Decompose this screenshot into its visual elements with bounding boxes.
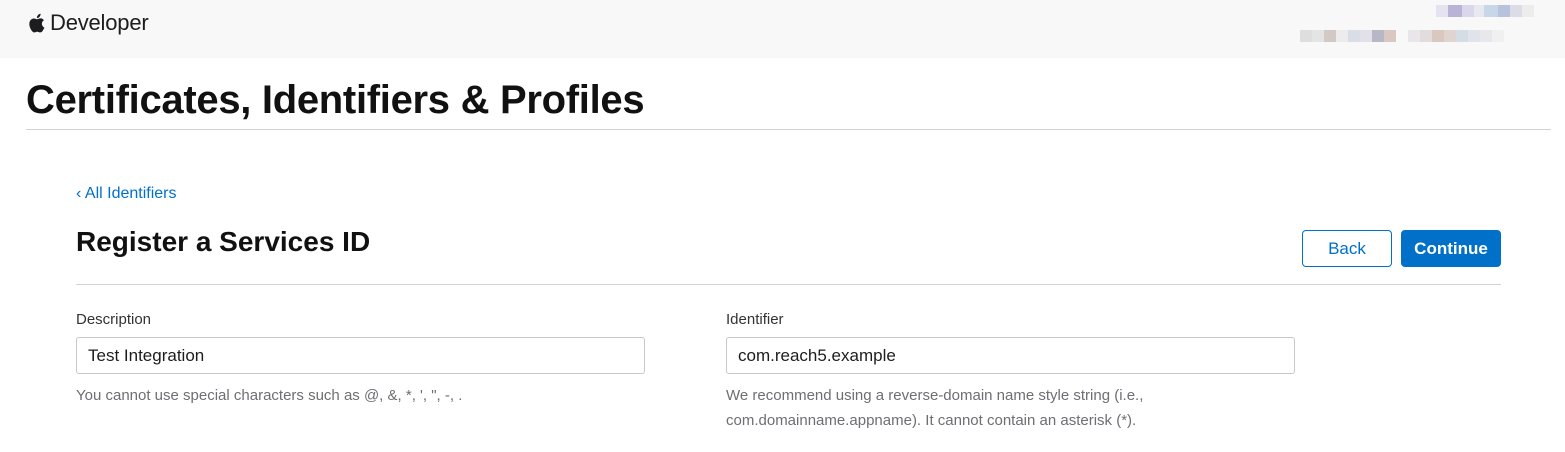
global-header: Developer — [0, 0, 1565, 58]
developer-home-link[interactable]: Developer — [27, 10, 149, 36]
identifier-help: We recommend using a reverse-domain name… — [726, 383, 1143, 433]
description-label: Description — [76, 311, 152, 328]
description-field[interactable] — [76, 337, 645, 374]
account-name-redacted — [1436, 5, 1534, 17]
brand-text: Developer — [50, 10, 149, 35]
identifier-help-line-1: We recommend using a reverse-domain name… — [726, 387, 1144, 404]
identifier-field[interactable] — [726, 337, 1295, 374]
form-divider — [76, 284, 1501, 285]
apple-logo-icon — [27, 12, 45, 34]
back-button[interactable]: Back — [1302, 230, 1392, 267]
page-title: Certificates, Identifiers & Profiles — [26, 78, 645, 122]
title-divider — [26, 129, 1551, 130]
identifier-label: Identifier — [726, 311, 784, 328]
form-title: Register a Services ID — [76, 226, 371, 257]
identifier-help-line-2: com.domainname.appname). It cannot conta… — [726, 412, 1137, 429]
all-identifiers-link[interactable]: ‹ All Identifiers — [76, 185, 176, 203]
description-help: You cannot use special characters such a… — [76, 387, 463, 404]
continue-button[interactable]: Continue — [1401, 230, 1501, 267]
team-name-redacted — [1300, 30, 1504, 42]
